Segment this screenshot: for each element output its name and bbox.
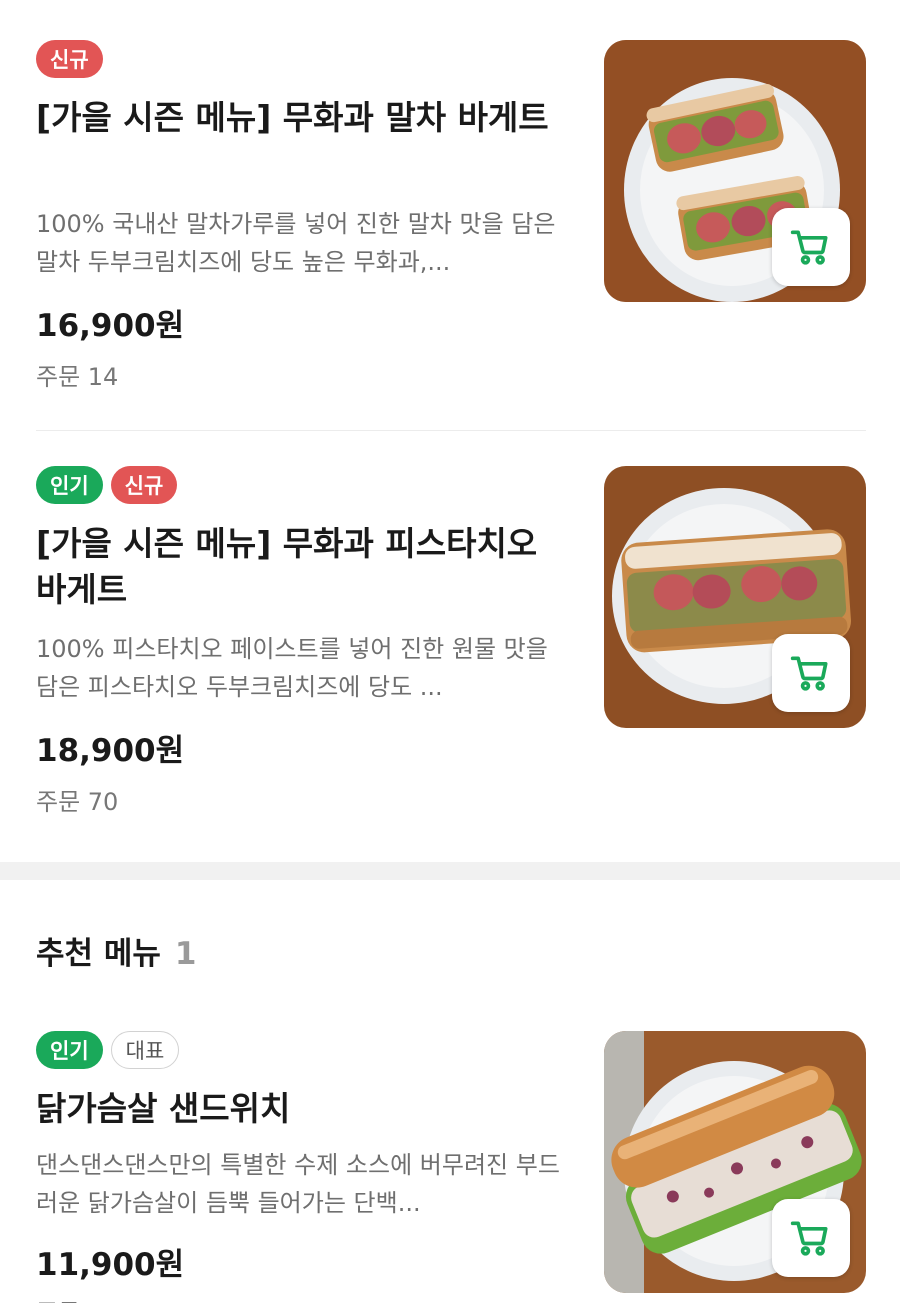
recommended-section-title: 추천 메뉴 1: [36, 928, 196, 973]
menu-item-price: 18,900원: [36, 733, 185, 769]
add-to-cart-button[interactable]: [772, 208, 850, 286]
menu-item-price: 16,900원: [36, 308, 185, 344]
menu-item-description: 댄스댄스댄스만의 특별한 수제 소스에 버무려진 부드러운 닭가슴살이 듬뿍 들…: [36, 1151, 560, 1217]
menu-item-title[interactable]: 닭가슴살 샌드위치: [36, 1086, 566, 1132]
shopping-cart-icon: [790, 656, 828, 691]
shopping-cart-icon: [790, 1221, 828, 1256]
menu-item-image[interactable]: [604, 40, 866, 302]
menu-item-description: 100% 피스타치오 페이스트를 넣어 진한 원물 맛을 담은 피스타치오 두부…: [36, 635, 548, 701]
menu-item-image[interactable]: [604, 466, 866, 728]
badge-group: 인기 신규: [36, 466, 178, 504]
section-separator: [0, 862, 900, 880]
menu-item-price: 11,900원: [36, 1247, 185, 1283]
representative-badge: 대표: [110, 1031, 180, 1069]
menu-item[interactable]: 인기 신규 [가을 시즌 메뉴] 무화과 피스타치오 바게트 100% 피스타치…: [0, 431, 900, 861]
menu-item-order-count: 주문 70: [36, 788, 119, 816]
menu-item[interactable]: 신규 [가을 시즌 메뉴] 무화과 말차 바게트 100% 국내산 말차가루를 …: [0, 0, 900, 430]
shopping-cart-icon: [790, 230, 828, 265]
new-badge: 신규: [110, 466, 178, 504]
menu-item-description: 100% 국내산 말차가루를 넣어 진한 말차 맛을 담은 말차 두부크림치즈에…: [36, 210, 556, 276]
menu-item[interactable]: 인기 대표 닭가슴살 샌드위치 댄스댄스댄스만의 특별한 수제 소스에 버무려진…: [0, 1031, 900, 1303]
add-to-cart-button[interactable]: [772, 634, 850, 712]
menu-item-image[interactable]: [604, 1031, 866, 1293]
menu-item-order-count: 주문 14: [36, 363, 119, 391]
add-to-cart-button[interactable]: [772, 1199, 850, 1277]
popular-badge: 인기: [36, 466, 103, 504]
section-title-text: 추천 메뉴: [36, 936, 161, 972]
new-badge: 신규: [36, 40, 103, 78]
badge-group: 인기 대표: [36, 1031, 180, 1069]
menu-item-title[interactable]: [가을 시즌 메뉴] 무화과 피스타치오 바게트: [36, 521, 566, 613]
section-count: 1: [174, 936, 197, 972]
popular-badge: 인기: [36, 1031, 103, 1069]
menu-item-title[interactable]: [가을 시즌 메뉴] 무화과 말차 바게트: [36, 95, 566, 141]
menu-item-order-count: 주문 100: [36, 1293, 134, 1303]
badge-group: 신규: [36, 40, 103, 78]
